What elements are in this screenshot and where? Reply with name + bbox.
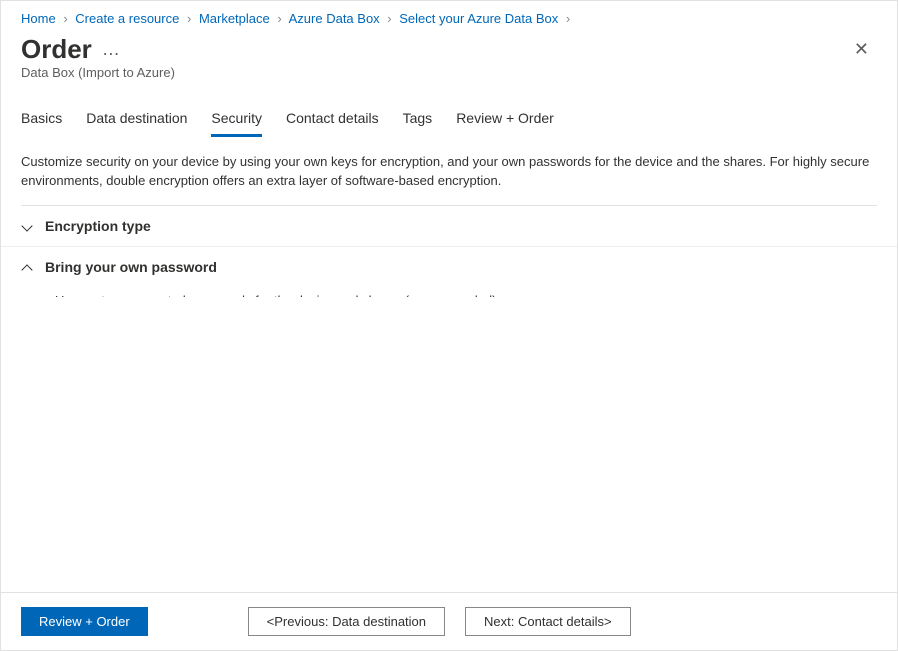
breadcrumb-link[interactable]: Select your Azure Data Box (399, 11, 558, 26)
tab-review-order[interactable]: Review + Order (456, 110, 554, 137)
breadcrumb: Home › Create a resource › Marketplace ›… (1, 1, 897, 26)
tab-description: Customize security on your device by usi… (1, 137, 897, 205)
previous-button[interactable]: <Previous: Data destination (248, 607, 445, 636)
review-order-button[interactable]: Review + Order (21, 607, 148, 636)
section-body-byop: Use system-generated passwords for the d… (1, 287, 897, 297)
breadcrumb-link[interactable]: Azure Data Box (289, 11, 380, 26)
section-title: Bring your own password (45, 259, 217, 275)
close-icon[interactable]: ✕ (846, 35, 877, 64)
helper-text: Use system-generated passwords for the d… (55, 287, 877, 297)
tab-contact-details[interactable]: Contact details (286, 110, 379, 137)
chevron-right-icon: › (566, 11, 570, 26)
tab-security[interactable]: Security (211, 110, 262, 137)
breadcrumb-link[interactable]: Home (21, 11, 56, 26)
footer-bar: Review + Order <Previous: Data destinati… (1, 592, 897, 650)
chevron-down-icon (21, 220, 33, 232)
breadcrumb-link[interactable]: Create a resource (75, 11, 179, 26)
tab-tags[interactable]: Tags (403, 110, 433, 137)
tab-data-destination[interactable]: Data destination (86, 110, 187, 137)
breadcrumb-link[interactable]: Marketplace (199, 11, 270, 26)
page-subtitle: Data Box (Import to Azure) (1, 65, 897, 90)
chevron-right-icon: › (63, 11, 67, 26)
chevron-right-icon: › (387, 11, 391, 26)
more-icon[interactable]: … (102, 39, 121, 60)
chevron-right-icon: › (187, 11, 191, 26)
chevron-right-icon: › (277, 11, 281, 26)
next-button[interactable]: Next: Contact details> (465, 607, 631, 636)
tab-basics[interactable]: Basics (21, 110, 62, 137)
section-title: Encryption type (45, 218, 151, 234)
section-encryption-type[interactable]: Encryption type (1, 206, 897, 247)
section-bring-your-own-password[interactable]: Bring your own password (1, 247, 897, 287)
chevron-up-icon (21, 261, 33, 273)
page-title: Order (21, 34, 92, 65)
tabs: Basics Data destination Security Contact… (1, 90, 897, 137)
